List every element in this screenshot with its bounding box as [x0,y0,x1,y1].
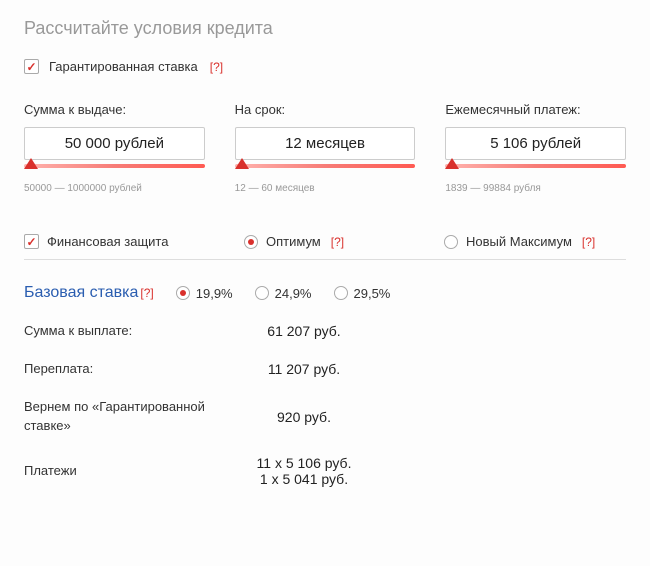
total-value: 61 207 руб. [244,323,364,339]
amount-track[interactable] [24,159,205,173]
payments-line1: 11 x 5 106 руб. [257,455,352,471]
term-track[interactable] [235,159,416,173]
payments-line2: 1 x 5 041 руб. [244,471,364,487]
refund-label: Вернем по «Гарантированной ставке» [24,398,244,434]
slider-bar [445,164,626,168]
rate-249-radio[interactable] [255,286,269,300]
rate-295-radio[interactable] [334,286,348,300]
payment-input[interactable]: 5 106 рублей [445,127,626,160]
amount-input[interactable]: 50 000 рублей [24,127,205,160]
payment-slider: Ежемесячный платеж: 5 106 рублей 1839 — … [445,102,626,194]
term-slider: На срок: 12 месяцев 12 — 60 месяцев [235,102,416,194]
payment-label: Ежемесячный платеж: [445,102,626,117]
rate-249-label: 24,9% [275,286,312,301]
protection-row: Финансовая защита Оптимум [?] Новый Макси… [24,234,626,260]
page-title: Рассчитайте условия кредита [24,18,626,39]
summary-refund: Вернем по «Гарантированной ставке» 920 р… [24,398,626,434]
guaranteed-rate-label: Гарантированная ставка [49,59,198,74]
refund-value: 920 руб. [244,409,364,425]
slider-handle-icon[interactable] [24,158,38,169]
summary-total: Сумма к выплате: 61 207 руб. [24,322,626,340]
help-icon[interactable]: [?] [582,235,595,249]
base-rate-section: Базовая ставка[?] 19,9% 24,9% 29,5% [24,284,626,302]
summary-payments: Платежи 11 x 5 106 руб. 1 x 5 041 руб. [24,455,626,487]
slider-bar [24,164,205,168]
help-icon[interactable]: [?] [140,286,153,300]
guaranteed-rate-row: Гарантированная ставка [?] [24,59,626,74]
payments-label: Платежи [24,462,244,480]
slider-bar [235,164,416,168]
help-icon[interactable]: [?] [210,60,223,74]
payment-range: 1839 — 99884 рубля [445,183,626,194]
amount-range: 50000 — 1000000 рублей [24,183,205,194]
rate-295-label: 29,5% [354,286,391,301]
term-label: На срок: [235,102,416,117]
slider-handle-icon[interactable] [235,158,249,169]
protection-checkbox[interactable] [24,234,39,249]
sliders-container: Сумма к выдаче: 50 000 рублей 50000 — 10… [24,102,626,194]
maximum-radio[interactable] [444,235,458,249]
amount-slider: Сумма к выдаче: 50 000 рублей 50000 — 10… [24,102,205,194]
optimum-label: Оптимум [266,234,321,249]
overpay-label: Переплата: [24,360,244,378]
help-icon[interactable]: [?] [331,235,344,249]
base-rate-title: Базовая ставка [24,284,138,301]
maximum-label: Новый Максимум [466,234,572,249]
protection-label: Финансовая защита [47,234,168,249]
optimum-radio[interactable] [244,235,258,249]
overpay-value: 11 207 руб. [244,361,364,377]
rate-199-label: 19,9% [196,286,233,301]
payment-track[interactable] [445,159,626,173]
guaranteed-rate-checkbox[interactable] [24,59,39,74]
term-input[interactable]: 12 месяцев [235,127,416,160]
amount-label: Сумма к выдаче: [24,102,205,117]
rate-199-radio[interactable] [176,286,190,300]
payments-value: 11 x 5 106 руб. 1 x 5 041 руб. [244,455,364,487]
summary-overpay: Переплата: 11 207 руб. [24,360,626,378]
slider-handle-icon[interactable] [445,158,459,169]
total-label: Сумма к выплате: [24,322,244,340]
term-range: 12 — 60 месяцев [235,183,416,194]
